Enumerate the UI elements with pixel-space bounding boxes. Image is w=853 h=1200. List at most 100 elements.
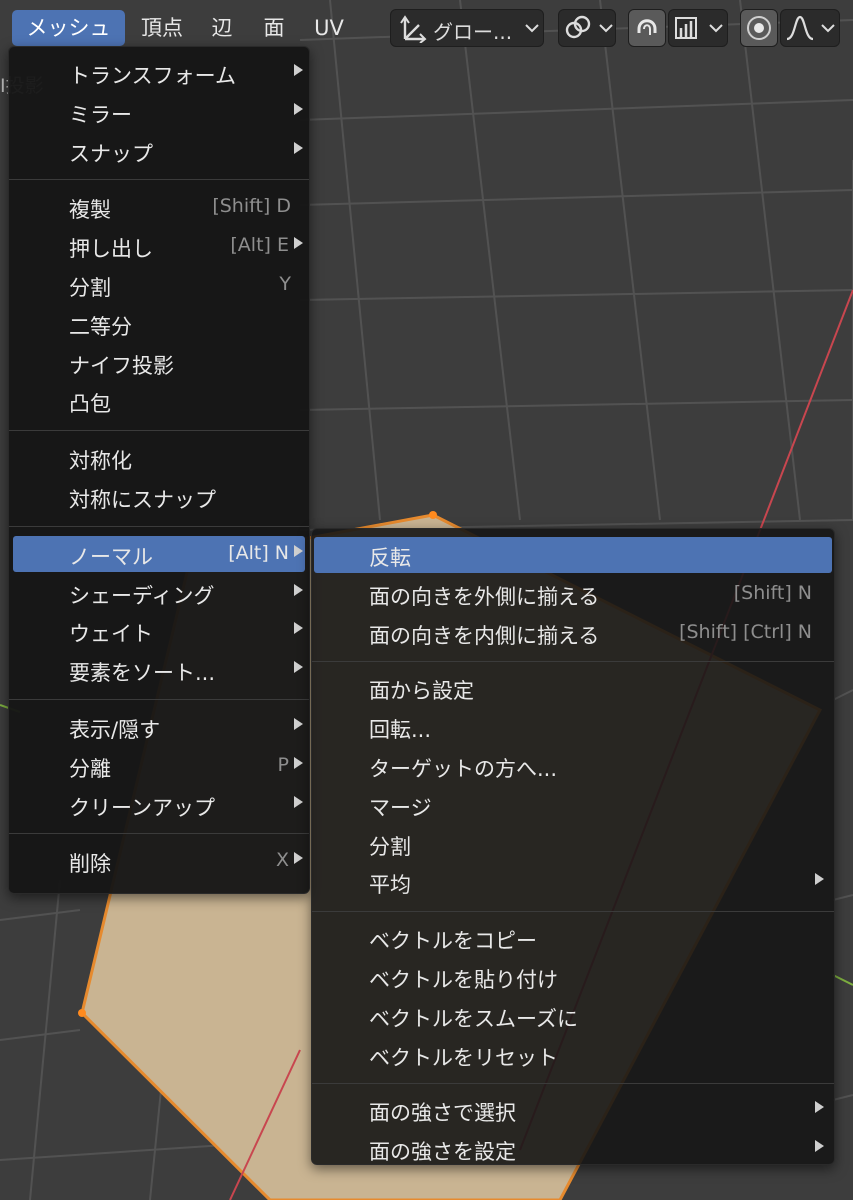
menu-face[interactable]: 面 <box>252 10 296 46</box>
chevron-down-icon <box>599 24 613 33</box>
vertex-dot[interactable] <box>429 511 437 519</box>
mesh-menu: トランスフォーム ミラースナップ複製 [Shift] D 押し出し [Alt] E 分割 Y… <box>8 46 310 894</box>
mesh-menu-item[interactable]: ミラー <box>9 94 309 130</box>
submenu-arrow-icon <box>294 718 303 730</box>
submenu-arrow-icon <box>294 141 303 154</box>
mesh-menu-item[interactable]: 凸包 <box>9 383 309 419</box>
menu-item-label: 分離 <box>69 756 111 781</box>
menu-separator <box>9 430 309 432</box>
normal-submenu-item[interactable]: 面の強さで選択 <box>312 1092 834 1128</box>
submenu-arrow-icon <box>815 1140 824 1153</box>
menu-uv[interactable]: UV <box>304 10 354 46</box>
normal-submenu-item[interactable]: 面から設定 <box>312 670 834 706</box>
transform-axes-icon <box>400 15 427 43</box>
menu-item-label: 押し出し <box>69 237 153 262</box>
normal-submenu: 反転 面の向きを外側に揃える [Shift] N 面の向きを内側に揃える [Shift]… <box>311 528 835 1165</box>
mesh-menu-item[interactable]: 複製 [Shift] D <box>9 189 309 225</box>
menu-item-label: 二等分 <box>69 314 132 339</box>
menu-item-label: シェーディング <box>69 583 215 608</box>
mesh-menu-item[interactable]: ノーマル [Alt] N <box>13 535 305 572</box>
vertex-dot[interactable] <box>78 1009 86 1017</box>
normal-submenu-item[interactable]: 面の向きを外側に揃える [Shift] N <box>312 576 834 612</box>
mesh-menu-item[interactable]: 分割 Y <box>9 267 309 303</box>
shortcut-hint: [Shift] [Ctrl] N <box>679 620 812 643</box>
menu-separator <box>9 833 309 835</box>
mesh-menu-item[interactable]: ウェイト <box>9 613 309 649</box>
magnet-icon <box>637 19 657 35</box>
normal-submenu-item[interactable]: ベクトルをリセット <box>312 1037 834 1073</box>
snap-target-dropdown[interactable] <box>668 9 728 47</box>
normal-submenu-item[interactable]: ベクトルを貼り付け <box>312 959 834 995</box>
submenu-arrow-icon <box>815 1101 824 1114</box>
normal-submenu-item[interactable]: ターゲットの方へ... <box>312 748 834 784</box>
normal-submenu-item[interactable]: 分割 <box>312 826 834 862</box>
mesh-menu-item[interactable]: 押し出し [Alt] E <box>9 228 309 264</box>
normal-submenu-item[interactable]: ベクトルをコピー <box>312 920 834 956</box>
normal-submenu-item[interactable]: ベクトルをスムーズに <box>312 998 834 1034</box>
chevron-down-icon <box>525 24 539 33</box>
mesh-menu-item[interactable]: スナップ <box>9 133 309 169</box>
mesh-menu-item[interactable]: 表示/隠す <box>9 709 309 745</box>
mesh-menu-item[interactable]: 削除 X <box>9 843 309 879</box>
menu-item-label: 対称化 <box>69 449 132 474</box>
mesh-menu-item[interactable]: 分離 P <box>9 748 309 784</box>
orientation-label: グロー... <box>433 20 513 44</box>
shortcut-hint: [Shift] D <box>212 195 291 218</box>
mesh-menu-item[interactable]: シェーディング <box>9 575 309 611</box>
mesh-menu-item[interactable]: 対称化 <box>9 440 309 476</box>
menu-item-label: ベクトルを貼り付け <box>369 968 558 992</box>
menu-edge[interactable]: 辺 <box>200 10 244 46</box>
menu-item-label: 複製 <box>69 198 111 223</box>
menu-separator <box>312 1083 834 1085</box>
menu-item-label: ベクトルをコピー <box>369 929 537 954</box>
submenu-arrow-icon <box>294 622 303 635</box>
menu-item-label: 面の向きを内側に揃える <box>369 623 600 648</box>
menu-item-label: 回転... <box>369 718 432 743</box>
normal-submenu-item[interactable]: マージ <box>312 787 834 823</box>
mesh-menu-item[interactable]: ナイフ投影 <box>9 345 309 381</box>
menu-item-label: マージ <box>369 795 432 820</box>
mesh-menu-item[interactable]: トランスフォーム <box>9 55 309 91</box>
normal-submenu-item[interactable]: 平均 <box>312 864 834 900</box>
shortcut-hint: X <box>275 849 289 872</box>
menu-item-label: ベクトルをスムーズに <box>369 1006 578 1031</box>
menu-item-label: 面の強さを設定 <box>369 1140 516 1165</box>
snap-toggle[interactable] <box>628 9 666 47</box>
submenu-arrow-icon <box>294 795 303 808</box>
normal-submenu-item[interactable]: 回転... <box>312 709 834 745</box>
transform-orientation-dropdown[interactable]: グロー... <box>390 9 544 47</box>
menu-separator <box>9 179 309 181</box>
menu-item-label: 表示/隠す <box>69 718 161 742</box>
chevron-down-icon <box>821 24 835 33</box>
submenu-arrow-icon <box>294 852 303 865</box>
menu-item-label: ミラー <box>69 102 132 127</box>
falloff-curve-icon <box>786 15 814 41</box>
menu-item-label: 平均 <box>369 873 411 898</box>
normal-submenu-item[interactable]: 面の強さを設定 <box>312 1131 834 1167</box>
mesh-menu-item[interactable]: クリーンアップ <box>9 787 309 823</box>
normal-submenu-item[interactable]: 面の向きを内側に揃える [Shift] [Ctrl] N <box>312 615 834 651</box>
menu-item-label: トランスフォーム <box>69 64 236 88</box>
shortcut-hint: P <box>277 753 289 776</box>
shortcut-hint: [Alt] N <box>228 541 289 564</box>
mesh-menu-item[interactable]: 二等分 <box>9 306 309 342</box>
menu-vertex[interactable]: 頂点 <box>132 10 192 46</box>
proportional-edit-toggle[interactable] <box>740 9 778 47</box>
menu-item-label: 分割 <box>69 276 111 300</box>
menu-item-label: 凸包 <box>69 392 111 417</box>
normal-submenu-item[interactable]: 反転 <box>314 537 832 573</box>
submenu-arrow-icon <box>294 661 303 674</box>
mesh-menu-item[interactable]: 対称にスナップ <box>9 479 309 515</box>
menu-item-label: ナイフ投影 <box>69 353 174 378</box>
menu-item-label: 面から設定 <box>369 679 474 704</box>
shortcut-hint: [Shift] N <box>733 581 812 604</box>
pivot-point-dropdown[interactable] <box>558 9 616 47</box>
menu-mesh[interactable]: メッシュ <box>12 10 125 46</box>
menu-separator <box>312 911 834 913</box>
falloff-dropdown[interactable] <box>780 9 840 47</box>
menu-item-label: 要素をソート... <box>69 661 216 686</box>
proportional-edit-icon <box>747 16 771 40</box>
menu-item-label: 分割 <box>369 834 411 859</box>
menu-separator <box>312 661 834 663</box>
mesh-menu-item[interactable]: 要素をソート... <box>9 652 309 688</box>
